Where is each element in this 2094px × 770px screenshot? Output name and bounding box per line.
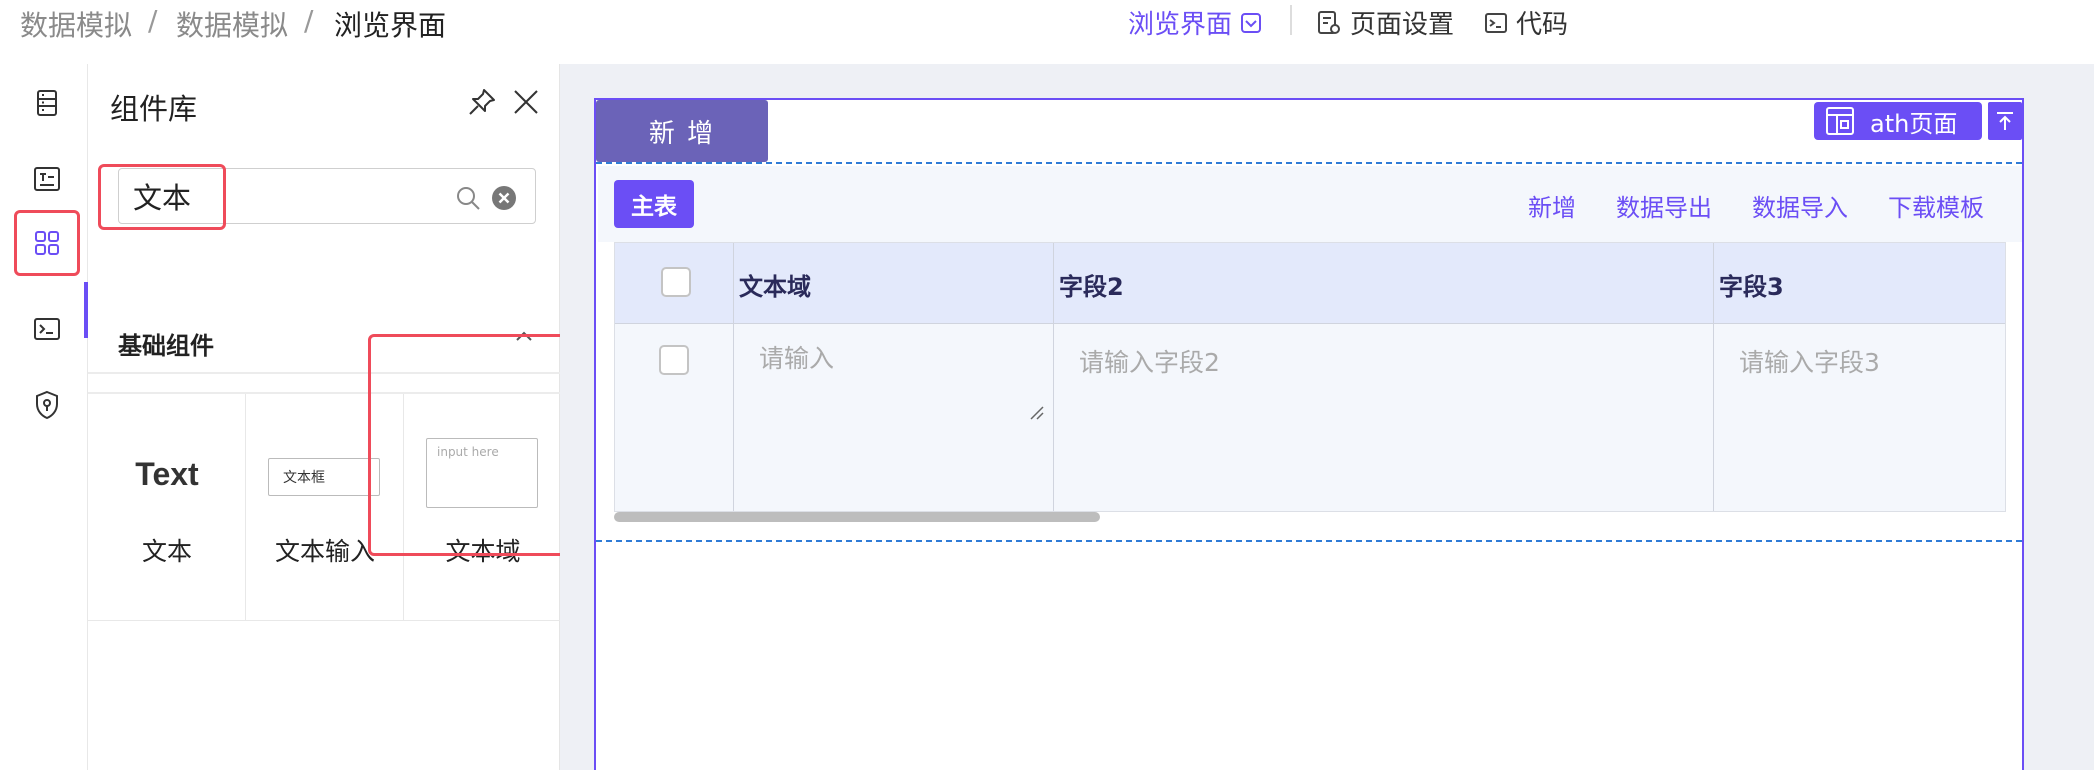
component-text[interactable]: Text 文本	[88, 394, 246, 620]
action-download-template-link[interactable]: 下载模板	[1888, 188, 1984, 223]
column-divider	[1053, 243, 1054, 511]
move-up-button[interactable]	[1988, 102, 2022, 140]
arrow-up-icon	[1997, 112, 2013, 130]
security-icon	[36, 390, 58, 420]
grid-divider	[88, 620, 560, 621]
page-tag-label: ath页面	[1870, 109, 1958, 138]
resize-handle-icon[interactable]	[1029, 405, 1045, 421]
page-settings-button[interactable]: 页面设置	[1316, 4, 1454, 41]
rail-list-button[interactable]	[14, 70, 80, 136]
action-import-link[interactable]: 数据导入	[1752, 188, 1848, 223]
rail-terminal-button[interactable]	[14, 296, 80, 362]
breadcrumb-item-2[interactable]: 数据模拟	[176, 4, 288, 44]
text-input-preview: 文本框	[268, 458, 380, 496]
column-header-field3: 字段3	[1719, 273, 1784, 301]
browse-view-dropdown[interactable]: 浏览界面	[1128, 4, 1262, 41]
browse-view-label: 浏览界面	[1128, 10, 1233, 40]
list-icon	[37, 90, 57, 116]
form-icon	[34, 167, 60, 191]
breadcrumb-item-1[interactable]: 数据模拟	[20, 4, 132, 44]
rail-form-button[interactable]	[14, 146, 80, 212]
code-label: 代码	[1516, 10, 1569, 40]
add-button[interactable]: 新 增	[596, 100, 768, 162]
settings-doc-icon	[1318, 10, 1340, 34]
text-preview: Text	[135, 456, 199, 492]
code-button[interactable]: 代码	[1484, 4, 1568, 41]
pin-icon	[469, 89, 495, 115]
rail-components-button[interactable]	[14, 210, 80, 276]
close-panel-button[interactable]	[508, 84, 544, 120]
table-header-row	[615, 243, 2005, 323]
field3-cell-input[interactable]: 请输入字段3	[1739, 343, 1880, 379]
terminal-icon	[1485, 12, 1507, 33]
pin-button[interactable]	[464, 84, 500, 120]
textarea-highlight-box	[368, 334, 586, 556]
action-add-link[interactable]: 新增	[1528, 188, 1576, 223]
column-divider	[733, 243, 734, 511]
row-divider	[615, 323, 2005, 324]
horizontal-scrollbar[interactable]	[614, 512, 1100, 522]
breadcrumb-separator: /	[148, 4, 158, 37]
left-rail	[0, 64, 88, 770]
clear-icon[interactable]	[491, 185, 517, 211]
top-bar: 数据模拟 / 数据模拟 / 浏览界面 浏览界面 页面设置 代码	[0, 0, 2094, 44]
data-table: 文本域 字段2 字段3 请输入 请输入字段2 请输入字段3	[614, 242, 2006, 512]
page-settings-label: 页面设置	[1350, 10, 1455, 40]
search-icon[interactable]	[455, 185, 481, 211]
close-icon	[514, 90, 538, 114]
tab-main-table[interactable]: 主表	[614, 180, 694, 228]
component-label: 文本	[141, 537, 192, 566]
column-header-field2: 字段2	[1059, 273, 1124, 301]
components-icon	[35, 231, 59, 255]
column-divider	[1713, 243, 1714, 511]
group-title: 基础组件	[118, 332, 214, 360]
field2-cell-input[interactable]: 请输入字段2	[1079, 343, 1220, 379]
action-export-link[interactable]: 数据导出	[1616, 188, 1712, 223]
search-highlight-box	[98, 164, 226, 230]
rail-security-button[interactable]	[14, 372, 80, 438]
terminal-icon	[34, 318, 60, 340]
select-all-checkbox[interactable]	[661, 267, 691, 297]
breadcrumb-separator: /	[304, 4, 314, 37]
divider	[1290, 5, 1292, 35]
breadcrumb-item-current: 浏览界面	[334, 9, 447, 42]
page-tag[interactable]: ath页面	[1814, 102, 1982, 140]
row-checkbox[interactable]	[659, 345, 689, 375]
page-layout-icon	[1826, 107, 1854, 135]
textarea-cell-input[interactable]: 请输入	[759, 339, 834, 375]
column-header-textarea: 文本域	[739, 273, 811, 301]
panel-title: 组件库	[110, 92, 198, 126]
dropdown-box-icon	[1241, 12, 1262, 33]
